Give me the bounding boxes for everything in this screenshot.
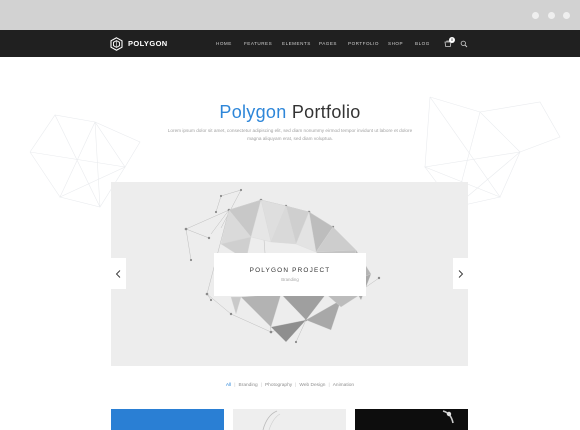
window-dot[interactable] xyxy=(563,12,570,19)
page-title: Polygon Portfolio xyxy=(0,102,580,123)
portfolio-thumbnail[interactable] xyxy=(355,409,468,430)
brand-logo[interactable]: POLYGON xyxy=(110,36,168,51)
portfolio-thumbnail[interactable] xyxy=(233,409,346,430)
page-title-rest: Portfolio xyxy=(286,102,361,122)
search-icon[interactable] xyxy=(460,40,468,48)
slide-title: POLYGON PROJECT xyxy=(249,267,331,274)
filter-web-design[interactable]: Web Design xyxy=(299,383,325,388)
filter-animation[interactable]: Animation xyxy=(333,383,354,388)
nav-elements[interactable]: ELEMENTS xyxy=(282,41,311,47)
brand-name: POLYGON xyxy=(128,39,168,48)
filter-separator: | xyxy=(295,383,297,388)
filter-all[interactable]: All xyxy=(226,383,231,388)
filter-separator: | xyxy=(328,383,330,388)
nav-home[interactable]: HOME xyxy=(216,41,232,47)
slide-caption[interactable]: POLYGON PROJECT Branding xyxy=(214,253,366,296)
page-title-accent: Polygon xyxy=(219,102,287,122)
chevron-right-icon xyxy=(458,270,464,278)
polygon-logo-icon xyxy=(110,36,123,51)
nav-features[interactable]: FEATURES xyxy=(244,41,272,47)
filter-branding[interactable]: Branding xyxy=(239,383,258,388)
thumbnail-artwork xyxy=(262,410,281,430)
nav-blog[interactable]: BLOG xyxy=(415,41,430,47)
portfolio-thumbnail[interactable] xyxy=(111,409,224,430)
filter-separator: | xyxy=(234,383,236,388)
slider-next-button[interactable] xyxy=(453,258,468,289)
thumbnail-artwork xyxy=(442,410,454,424)
window-dot[interactable] xyxy=(548,12,555,19)
nav-portfolio[interactable]: PORTFOLIO xyxy=(348,41,379,47)
filter-separator: | xyxy=(260,383,262,388)
filter-photography[interactable]: Photography xyxy=(265,383,292,388)
portfolio-filter-bar: All | Branding | Photography | Web Design | Anim… xyxy=(0,383,580,388)
cart-count-badge: 0 xyxy=(449,37,455,43)
browser-chrome xyxy=(0,0,580,30)
navbar: POLYGON HOME FEATURES ELEMENTS PAGES POR… xyxy=(0,30,580,57)
nav-shop[interactable]: SHOP xyxy=(388,41,403,47)
nav-pages[interactable]: PAGES xyxy=(319,41,337,47)
page-description: Lorem ipsum dolor sit amet, consectetur … xyxy=(167,128,413,141)
slider-prev-button[interactable] xyxy=(111,258,126,289)
chevron-left-icon xyxy=(115,270,121,278)
portfolio-slider[interactable]: POLYGON PROJECT Branding xyxy=(111,182,468,366)
window-dot[interactable] xyxy=(532,12,539,19)
slide-category: Branding xyxy=(281,277,299,282)
